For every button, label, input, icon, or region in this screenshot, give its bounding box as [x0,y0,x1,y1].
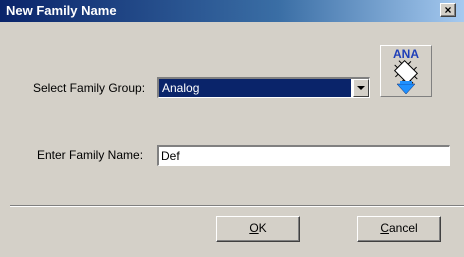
family-name-input[interactable] [157,145,450,166]
ok-label-rest: K [258,221,267,235]
cancel-label-rest: ancel [388,221,418,235]
divider-line [10,205,464,207]
cancel-mnemonic: C [380,221,389,235]
ana-chip-icon: ANA [393,47,419,95]
dropdown-arrow-button[interactable] [353,79,369,97]
close-button[interactable]: × [440,3,456,17]
close-icon: × [444,3,452,17]
ana-icon-text: ANA [393,47,419,61]
ana-family-icon: ANA [380,45,432,97]
family-group-select[interactable]: Analog [157,77,370,98]
title-bar[interactable]: New Family Name × [0,0,464,22]
family-group-selected-value: Analog [159,79,351,97]
ok-button[interactable]: OK [216,216,300,242]
ok-mnemonic: O [249,221,259,235]
new-family-name-dialog: New Family Name × Select Family Group: A… [0,0,464,257]
cancel-button[interactable]: Cancel [357,216,441,242]
family-name-label: Enter Family Name: [37,148,144,162]
family-group-label: Select Family Group: [33,81,146,95]
window-title: New Family Name [6,3,117,18]
